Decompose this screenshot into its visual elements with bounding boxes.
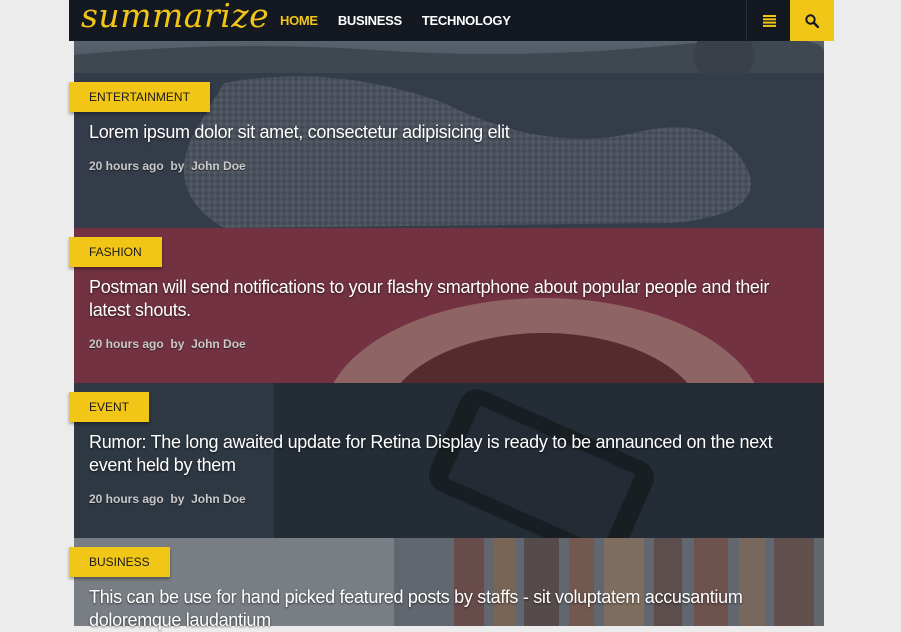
post-time: 20 hours ago <box>89 159 168 173</box>
search-button[interactable] <box>790 0 834 41</box>
menu-button[interactable] <box>746 0 791 41</box>
post-meta: 20 hours ago by John Doe <box>89 159 246 173</box>
top-navbar: summarize HOME BUSINESS TECHNOLOGY <box>69 0 834 41</box>
post-title[interactable]: Lorem ipsum dolor sit amet, consectetur … <box>89 121 789 144</box>
post-by: by <box>170 337 188 351</box>
post-meta: 20 hours ago by John Doe <box>89 337 246 351</box>
featured-card[interactable]: BUSINESS This can be use for hand picked… <box>69 538 824 630</box>
site-logo[interactable]: summarize <box>81 0 269 35</box>
post-time: 20 hours ago <box>89 337 168 351</box>
post-title[interactable]: This can be use for hand picked featured… <box>89 586 789 632</box>
post-by: by <box>170 159 188 173</box>
post-meta: 20 hours ago by John Doe <box>89 492 246 506</box>
featured-card[interactable]: FASHION Postman will send notifications … <box>69 228 824 383</box>
nav-item-technology[interactable]: TECHNOLOGY <box>422 13 511 28</box>
category-badge[interactable]: EVENT <box>69 392 150 422</box>
post-author[interactable]: John Doe <box>191 337 246 351</box>
nav-item-business[interactable]: BUSINESS <box>338 13 402 28</box>
nav-item-home[interactable]: HOME <box>280 13 318 28</box>
category-badge[interactable]: BUSINESS <box>69 547 170 577</box>
category-badge[interactable]: FASHION <box>69 237 162 267</box>
post-title[interactable]: Postman will send notifications to your … <box>89 276 789 322</box>
search-icon <box>805 13 819 28</box>
category-badge[interactable]: ENTERTAINMENT <box>69 82 210 112</box>
list-menu-icon <box>762 14 776 27</box>
post-author[interactable]: John Doe <box>191 492 246 506</box>
post-title[interactable]: Rumor: The long awaited update for Retin… <box>89 431 789 477</box>
post-by: by <box>170 492 188 506</box>
main-nav: HOME BUSINESS TECHNOLOGY <box>280 0 511 41</box>
post-author[interactable]: John Doe <box>191 159 246 173</box>
featured-card[interactable]: ENTERTAINMENT Lorem ipsum dolor sit amet… <box>69 73 824 228</box>
featured-card[interactable]: EVENT Rumor: The long awaited update for… <box>69 383 824 538</box>
post-time: 20 hours ago <box>89 492 168 506</box>
